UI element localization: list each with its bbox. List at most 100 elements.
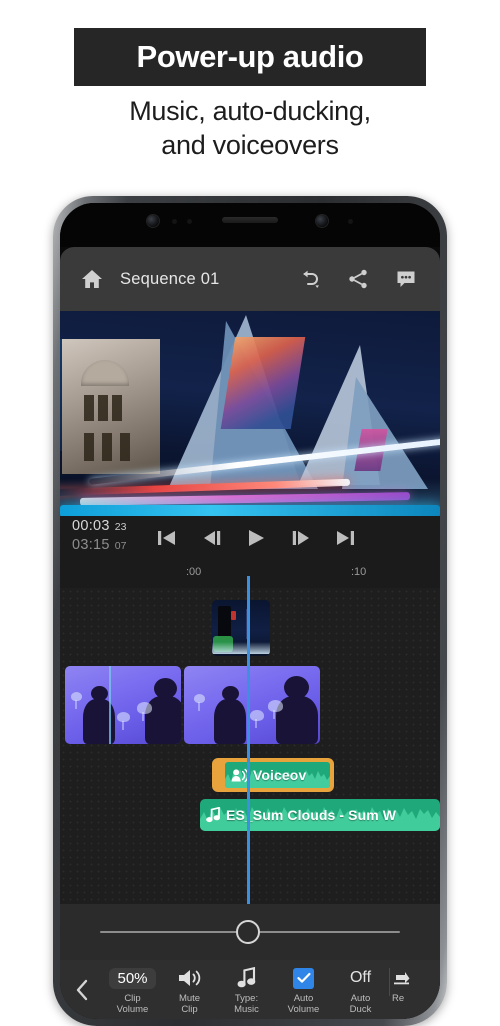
step-forward-button[interactable] [290,528,312,548]
step-back-button[interactable] [201,528,223,548]
restore-label: Re [392,993,404,1004]
auto-volume-control [293,965,314,991]
auto-volume-label-line2: Volume [288,1004,320,1015]
timeline-zoom-handle[interactable] [236,920,260,944]
promo-banner-title: Power-up audio [137,39,364,75]
promo-page: Power-up audio Music, auto-ducking, and … [0,0,500,1000]
clip-volume-label-line1: Clip [117,993,149,1004]
ir-sensor-icon [348,219,353,224]
speaker-icon [177,967,203,989]
video-clip-2-thumb [184,666,320,744]
undo-icon[interactable] [298,267,322,291]
voiceover-icon [231,768,248,783]
toolbar-item-mute-clip[interactable]: Mute Clip [161,960,218,1019]
phone-screen-area: Sequence 01 [60,203,440,1019]
music-note-icon [237,967,257,989]
toolbar-item-auto-volume[interactable]: Auto Volume [275,960,332,1019]
overlay-clip-red-light [231,611,236,620]
restore-control [392,965,414,991]
clip-jellyfish [71,692,82,701]
restore-label-line1: Re [392,993,404,1004]
earpiece-speaker [222,217,278,223]
light-sensor-icon [187,219,192,224]
auto-duck-label-line1: Auto [350,993,372,1004]
preview-window [112,395,122,421]
timeline-video-clip-1[interactable] [65,666,181,744]
overlay-clip-tower [218,606,231,640]
app-bar-actions [298,267,418,291]
home-icon[interactable] [81,269,103,289]
preview-arch [81,360,129,386]
preview-window [84,433,94,461]
toolbar-item-auto-duck[interactable]: Off Auto Duck [332,960,389,1019]
auto-duck-label-line2: Duck [350,1004,372,1015]
toolbar-item-clip-type[interactable]: Type: Music [218,960,275,1019]
auto-volume-label-line1: Auto [288,993,320,1004]
current-frames-value: 23 [115,521,127,533]
clip-silhouette-body [214,699,246,744]
voiceover-clip-label: Voiceov [253,767,306,783]
total-frames-value: 07 [115,540,127,552]
toolbar-item-restore[interactable]: Re [390,960,426,1019]
timeline-video-clip-2[interactable] [184,666,320,744]
clip-silhouette-body [145,696,181,744]
clip-volume-control: 50% [109,965,155,991]
checkmark-icon [297,972,311,984]
promo-subtitle-line2: and voiceovers [0,128,500,162]
video-preview[interactable] [60,311,440,516]
clip-type-control [237,965,257,991]
current-time-value: 00:03 [72,518,110,534]
comment-bubble-icon[interactable] [394,267,418,291]
preview-stone-building [62,339,160,474]
skip-to-start-button[interactable] [156,528,178,548]
clip-jellyfish [117,712,130,722]
total-timecode: 03:15 07 [72,537,126,553]
timeline-zoom-row [60,904,440,961]
audio-toolbar: 50% Clip Volume [60,960,440,1019]
ruler-tick-0: :00 [186,566,201,578]
auto-duck-label: Auto Duck [350,993,372,1015]
clip-jellyfish [268,700,283,712]
clip-volume-value: 50% [109,968,155,989]
skip-to-end-button[interactable] [334,528,356,548]
clip-split-line [109,666,111,744]
preview-light-trail-cyan [60,505,440,516]
timeline[interactable]: Voiceov [60,588,440,904]
auto-duck-value: Off [350,967,371,989]
toolbar-back-button[interactable] [60,960,104,1019]
toolbar-item-clip-volume[interactable]: 50% Clip Volume [104,960,161,1019]
clip-type-label-line1: Type: [234,993,259,1004]
preview-window [120,433,130,461]
auto-volume-label: Auto Volume [288,993,320,1015]
playhead-ruler-marker [247,576,250,588]
mute-clip-control [177,965,203,991]
ruler-tick-1: :10 [351,566,366,578]
playback-buttons [156,522,356,554]
mute-clip-label-line1: Mute [179,993,200,1004]
clip-jellyfish [194,694,205,703]
clip-type-label-line2: Music [234,1004,259,1015]
promo-subtitle-line1: Music, auto-ducking, [0,94,500,128]
timeline-voiceover-clip[interactable]: Voiceov [212,758,334,792]
total-time-value: 03:15 [72,537,110,553]
phone-mockup: Sequence 01 [53,196,447,1026]
clip-volume-label-line2: Volume [117,1004,149,1015]
preview-glass-art [221,337,306,429]
share-icon[interactable] [346,267,370,291]
timeline-music-clip[interactable]: ES_Sum Clouds - Sum W [200,799,440,831]
app-screen: Sequence 01 [60,247,440,1019]
clip-jellyfish [137,702,152,714]
clip-jellyfish [250,710,264,721]
timeline-overlay-clip[interactable] [212,600,270,656]
sequence-title: Sequence 01 [120,270,219,289]
auto-volume-checkbox[interactable] [293,968,314,989]
app-top-bar: Sequence 01 [60,247,440,311]
front-camera-secondary-icon [316,215,328,227]
chevron-left-icon [75,978,90,1002]
play-button[interactable] [245,527,267,549]
video-clip-1-thumb [65,666,181,744]
timeline-ruler[interactable]: :00 :10 [60,562,440,588]
mute-clip-label-line2: Clip [179,1004,200,1015]
timeline-playhead[interactable] [247,588,250,904]
voiceover-clip-label-group: Voiceov [231,767,306,783]
